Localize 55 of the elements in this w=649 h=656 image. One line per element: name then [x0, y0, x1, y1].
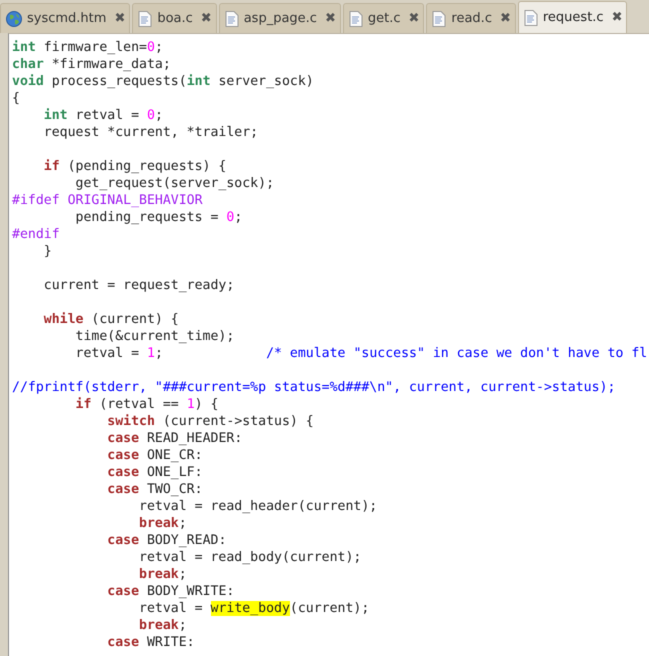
code-line: #endif [12, 226, 60, 243]
code-line: int firmware_len=0; [12, 39, 163, 56]
code-line: } [42, 243, 52, 260]
tab-label: boa.c [157, 11, 193, 26]
document-icon [224, 10, 239, 26]
close-icon[interactable]: ✖ [200, 12, 212, 25]
file-tab[interactable]: boa.c ✖ [132, 3, 217, 33]
file-tab[interactable]: asp_page.c ✖ [218, 3, 341, 33]
code-line: //fprintf(stderr, "###current=%p status=%d###\n", current, current->status); [12, 379, 616, 396]
file-tab[interactable]: get.c ✖ [342, 3, 424, 33]
code-line: #ifdef ORIGINAL_BEHAVIOR [12, 192, 203, 209]
code-line: break; [138, 566, 187, 583]
close-icon[interactable]: ✖ [500, 12, 511, 25]
code-line: while (current) { [42, 311, 179, 328]
tab-label: get.c [368, 11, 400, 26]
file-tab[interactable]: read.c ✖ [426, 3, 516, 33]
file-tab[interactable]: request.c ✖ [518, 1, 628, 33]
code-line: get_request(server_sock); [74, 175, 274, 192]
tab-label: syscmd.htm [27, 11, 106, 26]
code-line: case READ_HEADER: [106, 430, 242, 447]
tab-label: request.c [542, 10, 604, 25]
close-icon[interactable]: ✖ [612, 11, 622, 24]
close-icon[interactable]: ✖ [324, 12, 336, 25]
document-icon [138, 10, 152, 26]
code-line: pending_requests = 0; [74, 209, 242, 226]
code-line: void process_requests(int server_sock) [12, 73, 314, 90]
globe-icon [6, 10, 22, 26]
code-line: { [12, 90, 20, 107]
code-line: retval = read_header(current); [138, 498, 378, 515]
code-line: case TWO_CR: [106, 481, 203, 498]
code-line: char *firmware_data; [12, 56, 171, 73]
document-icon [524, 10, 538, 26]
document-icon [432, 10, 446, 26]
code-line: current = request_ready; [42, 277, 234, 294]
code-line: if (pending_requests) { [42, 158, 226, 175]
code-line: int retval = 0; [42, 107, 163, 124]
code-line: case WRITE: [106, 634, 195, 651]
close-icon[interactable]: ✖ [114, 12, 126, 25]
close-icon[interactable]: ✖ [408, 12, 420, 25]
code-line: case BODY_READ: [106, 532, 226, 549]
document-icon [348, 10, 363, 26]
code-line: break; [138, 617, 187, 634]
tab-label: asp_page.c [244, 11, 317, 26]
code-line: retval = read_body(current); [138, 549, 362, 566]
code-line: time(&current_time); [74, 328, 234, 345]
code-line: case ONE_CR: [106, 447, 203, 464]
code-line: case ONE_LF: [106, 464, 203, 481]
code-line: case BODY_WRITE: [106, 583, 234, 600]
code-line: switch (current->status) { [106, 413, 314, 430]
code-line: request *current, *trailer; [42, 124, 258, 141]
code-line: break; [138, 515, 187, 532]
tab-label: read.c [451, 11, 492, 26]
code-line: if (retval == 1) { [74, 396, 218, 413]
code-line: retval = 1; /* emulate "success" in case we don't have to fl [74, 345, 648, 362]
file-tab[interactable]: syscmd.htm ✖ [0, 3, 130, 33]
